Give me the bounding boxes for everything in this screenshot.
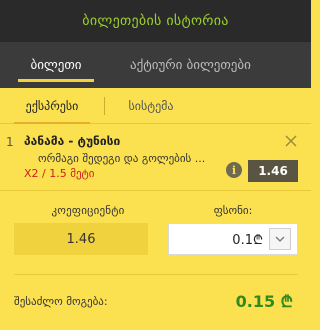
divider xyxy=(14,274,298,275)
history-title: ბილეთების ისტორია xyxy=(82,13,229,29)
stake-field[interactable] xyxy=(168,223,298,255)
main-tabs: ბილეთი აქტიური ბილეთები xyxy=(0,42,311,88)
coefficient-label: კოეფიციენტი xyxy=(51,204,125,217)
info-icon[interactable]: i xyxy=(226,162,242,178)
close-icon[interactable] xyxy=(284,133,298,147)
bet-odds: 1.46 xyxy=(248,160,298,182)
tab-ticket[interactable]: ბილეთი xyxy=(0,42,112,88)
bet-index: 1 xyxy=(6,135,14,149)
bet-market: ორმაგი შედეგი და გოლების ... xyxy=(38,152,206,165)
chevron-down-icon[interactable] xyxy=(269,228,291,250)
possible-win-label: შესაძლო მოგება: xyxy=(14,295,108,308)
tab-system[interactable]: სისტემა xyxy=(105,88,197,124)
tab-express[interactable]: ექსპრესი xyxy=(0,88,104,124)
tab-active-tickets[interactable]: აქტიური ბილეთები xyxy=(112,42,311,88)
possible-win-value: 0.15 ₾ xyxy=(235,292,293,311)
bet-match-name: პანამა - ტუნისი xyxy=(24,134,121,148)
sub-tabs: ექსპრესი სისტემა xyxy=(0,88,311,124)
bet-item: 1 პანამა - ტუნისი ორმაგი შედეგი და გოლებ… xyxy=(0,124,311,190)
stake-label: ფსონი: xyxy=(213,204,253,217)
stake-input[interactable] xyxy=(169,224,265,254)
bet-selection: X2 / 1.5 მეტი xyxy=(24,167,95,180)
history-header[interactable]: ბილეთების ისტორია xyxy=(0,0,311,42)
divider xyxy=(0,190,311,191)
coefficient-value: 1.46 xyxy=(14,223,148,255)
